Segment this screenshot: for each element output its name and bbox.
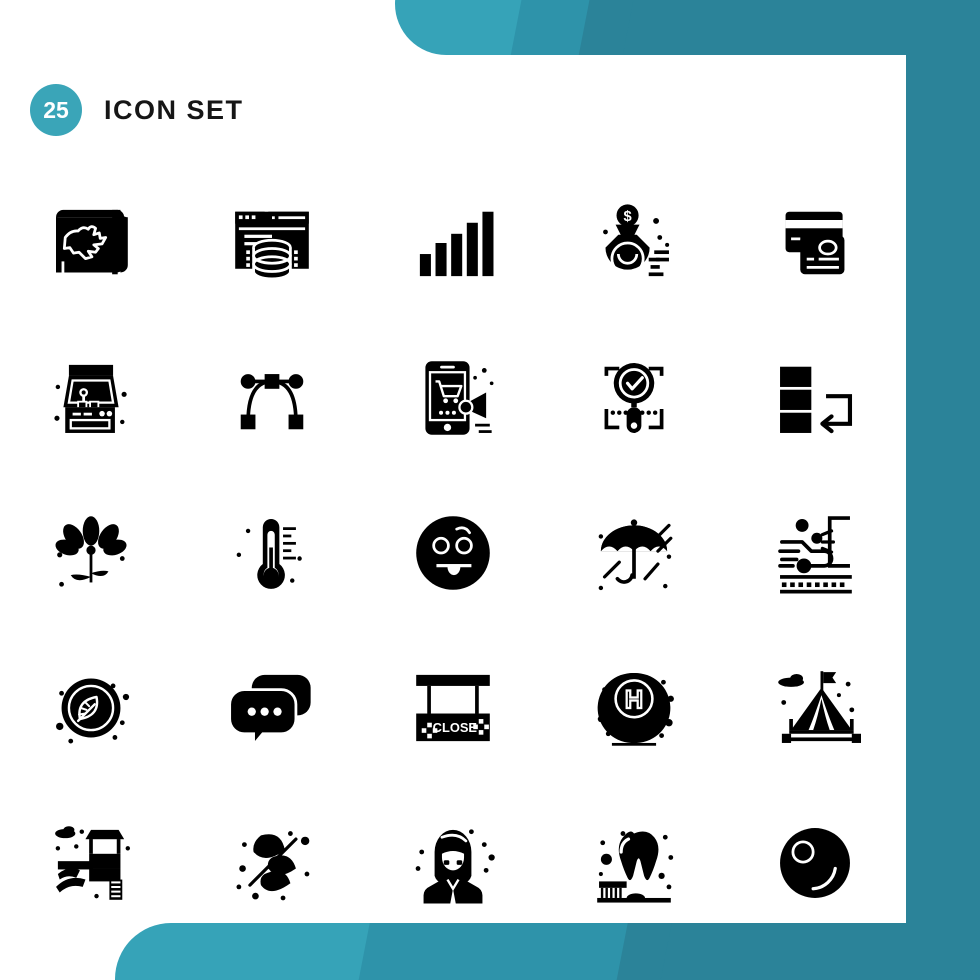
icon-cell[interactable] (725, 785, 906, 940)
icon-cell[interactable] (181, 320, 362, 475)
icon-cell[interactable] (544, 785, 725, 940)
icon-cell[interactable] (0, 475, 181, 630)
money-bag-icon: $ (603, 203, 670, 276)
speed-car-icon (778, 515, 853, 593)
icon-cell[interactable] (362, 785, 543, 940)
umbrella-rain-icon (598, 518, 673, 590)
content-card: 25 ICON SET $ CLOSE H (0, 55, 906, 923)
icon-cell[interactable] (362, 320, 543, 475)
page-title: ICON SET (104, 94, 244, 125)
icon-cell[interactable]: CLOSE (362, 630, 543, 785)
web-hosting-icon (234, 211, 309, 280)
icon-cell[interactable] (0, 630, 181, 785)
icon-cell[interactable] (181, 475, 362, 630)
icon-cell[interactable] (725, 165, 906, 320)
icon-count-badge: 25 (30, 84, 82, 136)
icon-cell[interactable] (181, 165, 362, 320)
quality-check-icon (604, 362, 664, 433)
map-canada-icon (55, 209, 128, 274)
bar-chart-growth-icon (419, 211, 494, 276)
wink-smiley-icon (780, 827, 851, 898)
hospital-pin-letter: H (625, 687, 643, 714)
icon-grid: $ CLOSE H (0, 165, 906, 940)
autumn-leaves-icon (236, 830, 310, 900)
icon-cell[interactable] (725, 475, 906, 630)
bezier-curve-icon (240, 373, 304, 429)
close-sign-text: CLOSE (433, 719, 478, 734)
arcade-machine-icon (53, 364, 127, 433)
hospital-pin-icon: H (597, 672, 675, 746)
right-band (906, 0, 980, 980)
circus-tent-icon (778, 670, 862, 743)
return-stack-icon (780, 366, 853, 433)
thermometer-icon (236, 518, 302, 589)
icon-cell[interactable] (725, 320, 906, 475)
eco-leaf-badge-icon (55, 678, 129, 744)
icon-cell[interactable] (0, 320, 181, 475)
icon-cell[interactable] (0, 785, 181, 940)
icon-cell[interactable] (544, 475, 725, 630)
businesswoman-icon (415, 828, 495, 903)
icon-cell[interactable] (181, 630, 362, 785)
icon-cell[interactable]: $ (544, 165, 725, 320)
close-sign-icon: CLOSE (416, 674, 490, 741)
icon-cell[interactable] (362, 475, 543, 630)
icon-cell[interactable] (362, 165, 543, 320)
dental-care-icon (597, 830, 674, 903)
mobile-marketing-icon (425, 360, 494, 435)
playground-icon (54, 825, 130, 900)
icon-cell[interactable] (181, 785, 362, 940)
icon-set-poster: 25 ICON SET $ CLOSE H (0, 0, 980, 980)
chat-bubbles-icon (228, 674, 311, 749)
tongue-emoji-icon (416, 515, 490, 590)
icon-cell[interactable]: H (544, 630, 725, 785)
credit-cards-icon (785, 211, 845, 274)
flower-icon (55, 515, 127, 587)
icon-cell[interactable] (544, 320, 725, 475)
svg-text:$: $ (624, 208, 632, 224)
poster-header: 25 ICON SET (0, 55, 906, 165)
icon-cell[interactable] (0, 165, 181, 320)
icon-cell[interactable] (725, 630, 906, 785)
